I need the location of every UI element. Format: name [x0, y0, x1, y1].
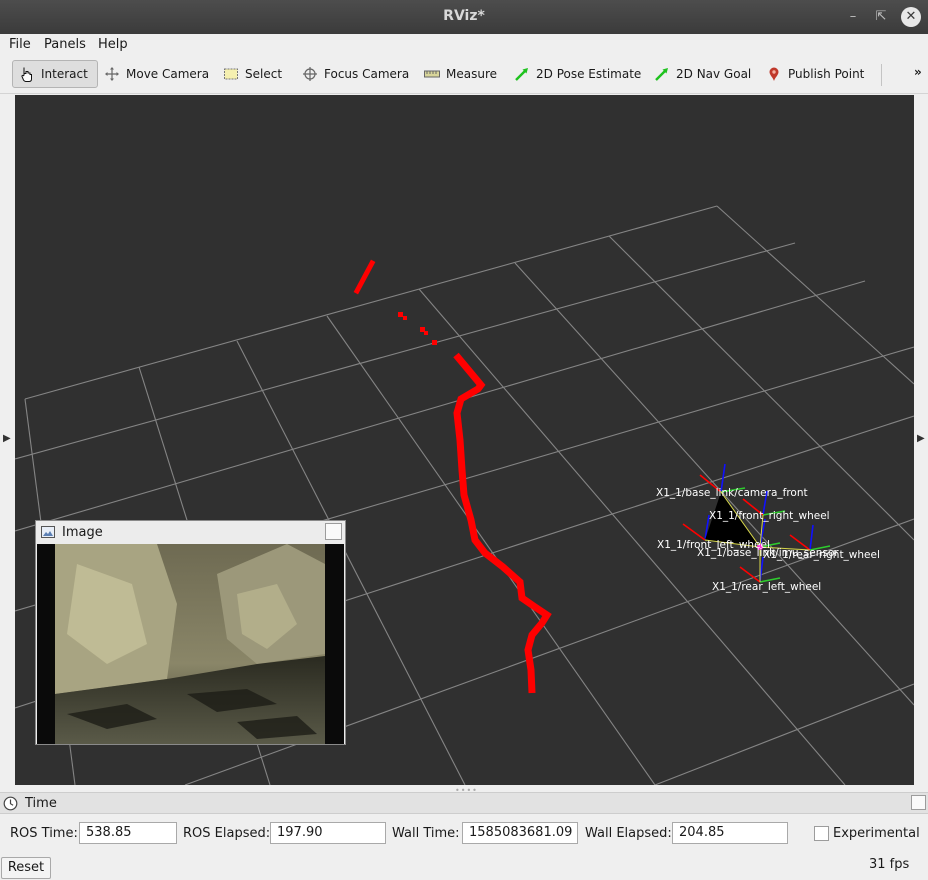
crosshair-icon [303, 67, 317, 81]
experimental-checkbox[interactable] [814, 826, 829, 841]
tool-toolbar: Interact Move Camera Select Focus Camera… [0, 56, 928, 94]
ros-elapsed-label: ROS Elapsed: [183, 826, 271, 841]
time-panel-title: Time [25, 796, 57, 811]
ros-elapsed-field[interactable]: 197.90 [270, 822, 386, 844]
interact-tool-button[interactable]: Interact [12, 60, 98, 88]
wall-time-field[interactable]: 1585083681.09 [462, 822, 578, 844]
green-arrow-icon [515, 68, 528, 81]
measure-tool-button[interactable]: Measure [418, 60, 503, 88]
tf-frame-labels: X1_1/base_link/camera_front X1_1/front_r… [656, 487, 880, 593]
ruler-icon [424, 70, 440, 78]
frame-label: X1_1/base_link/camera_front [656, 487, 808, 499]
select-tool-button[interactable]: Select [217, 60, 288, 88]
right-panel-toggle-icon[interactable]: ▶ [917, 433, 925, 444]
menu-file[interactable]: File [9, 37, 31, 52]
wall-time-label: Wall Time: [392, 826, 460, 841]
menu-help[interactable]: Help [98, 37, 128, 52]
image-panel-header[interactable]: Image [36, 521, 345, 543]
camera-image [37, 544, 344, 744]
move-camera-label: Move Camera [126, 67, 210, 81]
focus-camera-tool-button[interactable]: Focus Camera [296, 60, 415, 88]
pose-estimate-label: 2D Pose Estimate [536, 67, 642, 81]
left-panel-toggle-icon[interactable]: ▶ [3, 433, 11, 444]
menu-panels[interactable]: Panels [44, 37, 86, 52]
maximize-icon[interactable]: ⇱ [871, 7, 891, 27]
image-icon [41, 526, 55, 538]
select-label: Select [245, 67, 283, 81]
hand-pointer-icon [21, 67, 32, 82]
frame-label: X1_1/front_right_wheel [709, 510, 830, 522]
clock-icon [3, 796, 18, 811]
reset-button[interactable]: Reset [1, 857, 51, 879]
time-panel-float-button[interactable] [911, 795, 926, 810]
menu-bar: File Panels Help [0, 34, 928, 55]
nav-goal-label: 2D Nav Goal [676, 67, 752, 81]
image-panel[interactable]: Image [35, 520, 346, 745]
publish-point-label: Publish Point [788, 67, 865, 81]
experimental-label: Experimental [833, 826, 920, 841]
minimize-icon[interactable]: – [843, 7, 863, 27]
toolbar-more-button[interactable]: » [914, 65, 922, 79]
select-box-icon [224, 68, 238, 80]
tf-frames [682, 463, 831, 583]
window-titlebar: RViz* – ⇱ ✕ [0, 0, 928, 34]
nav-goal-tool-button[interactable]: 2D Nav Goal [648, 60, 757, 88]
wall-elapsed-field[interactable]: 204.85 [672, 822, 788, 844]
frame-label: X1_1/rear_right_wheel [763, 549, 880, 561]
ros-time-field[interactable]: 538.85 [79, 822, 177, 844]
image-panel-title: Image [62, 524, 103, 540]
wall-elapsed-label: Wall Elapsed: [585, 826, 672, 841]
move-arrows-icon [105, 67, 119, 81]
camera-feed-picture [37, 544, 344, 744]
pose-estimate-tool-button[interactable]: 2D Pose Estimate [508, 60, 647, 88]
green-arrow-icon [655, 68, 668, 81]
fps-readout: 31 fps [869, 857, 910, 872]
move-camera-tool-button[interactable]: Move Camera [98, 60, 215, 88]
image-panel-float-button[interactable] [325, 523, 342, 540]
interact-label: Interact [41, 67, 88, 81]
time-panel-header: Time [0, 792, 928, 814]
publish-point-tool-button[interactable]: Publish Point [760, 60, 870, 88]
measure-label: Measure [446, 67, 497, 81]
ros-time-label: ROS Time: [10, 826, 78, 841]
toolbar-separator [881, 64, 882, 86]
frame-label: X1_1/rear_left_wheel [712, 581, 821, 593]
map-pin-icon [769, 67, 779, 81]
close-icon[interactable]: ✕ [901, 7, 921, 27]
window-title: RViz* [443, 8, 485, 24]
focus-camera-label: Focus Camera [324, 67, 410, 81]
